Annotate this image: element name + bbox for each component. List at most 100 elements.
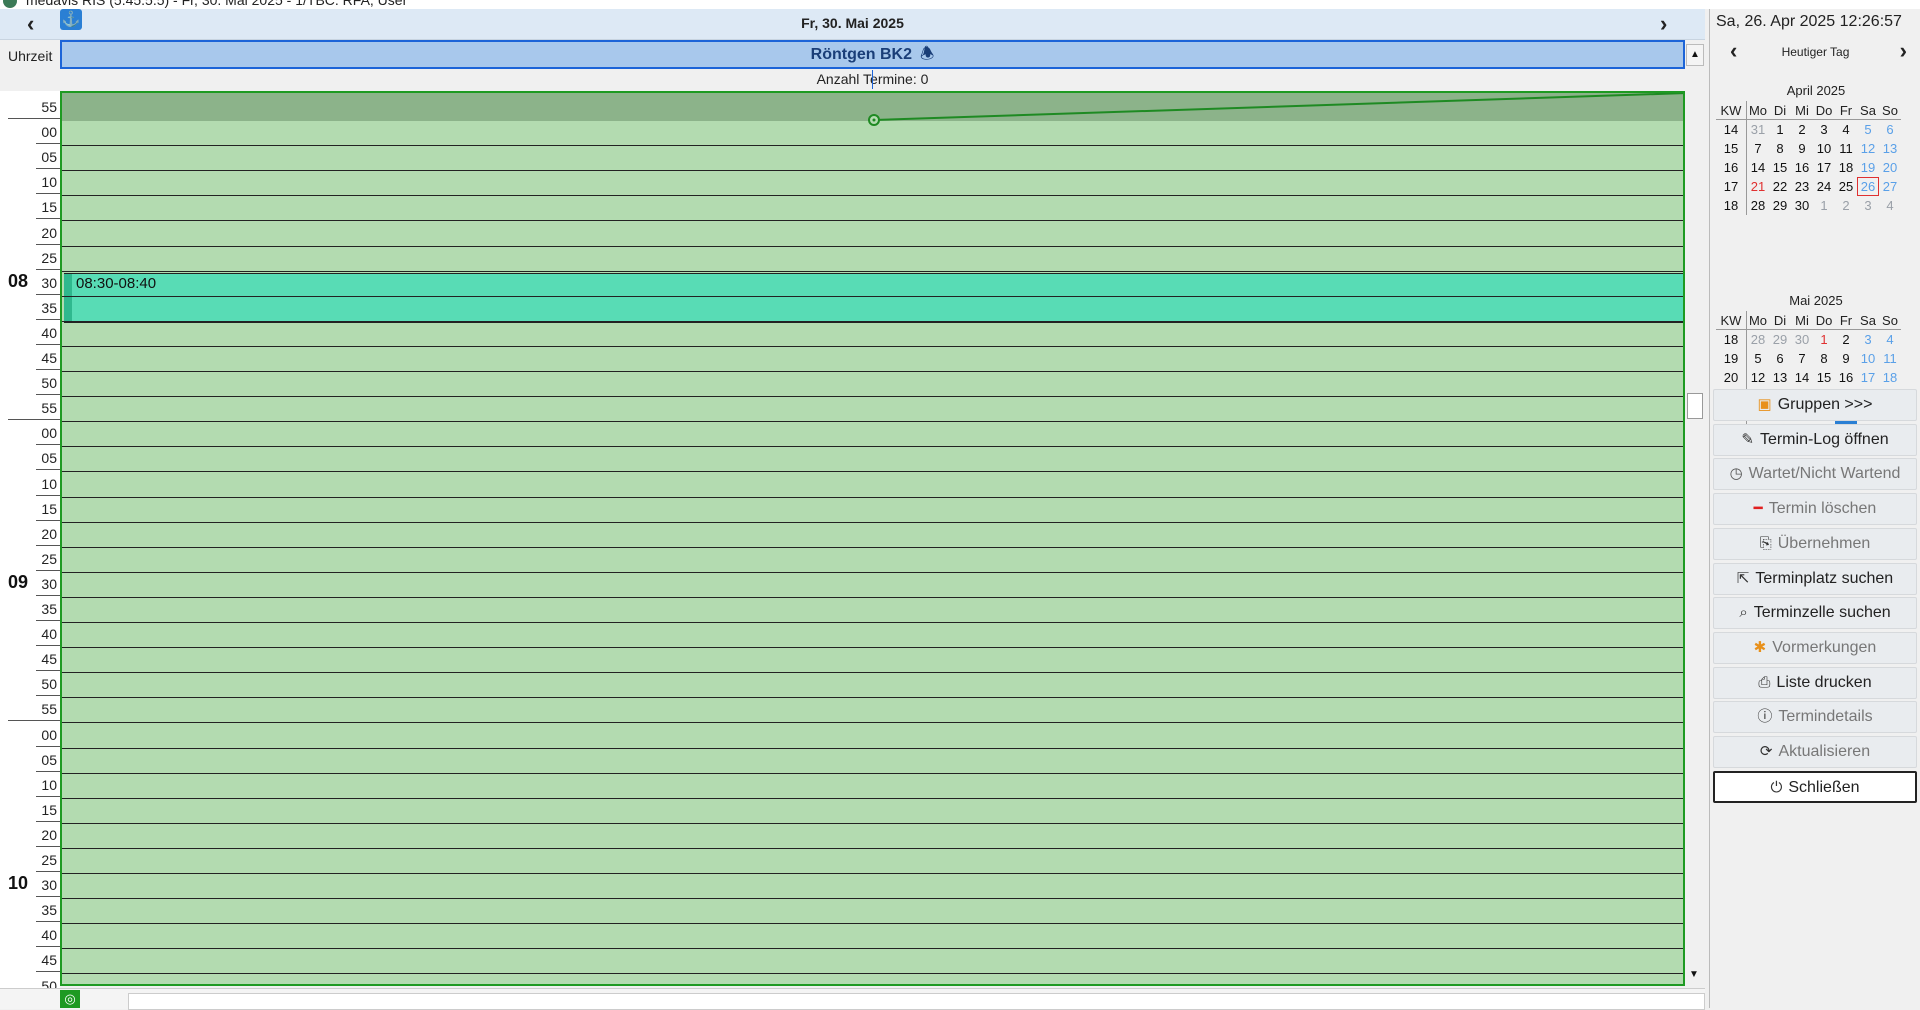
calendar-day[interactable]: 28 xyxy=(1747,330,1770,350)
search-cell-button[interactable]: ⌕ Terminzelle suchen xyxy=(1713,597,1917,630)
bell-icon[interactable]: 🕭 xyxy=(920,42,934,67)
time-tick xyxy=(36,569,60,571)
slot-line xyxy=(62,898,1683,900)
apply-button[interactable]: ⎘ Übernehmen xyxy=(1713,527,1917,560)
minute-label: 55 xyxy=(41,701,57,718)
calendar-day[interactable]: 31 xyxy=(1747,120,1770,140)
calendar-day[interactable]: 10 xyxy=(1857,349,1879,368)
calendar-day[interactable]: 30 xyxy=(1791,196,1813,215)
calendar-day[interactable]: 2 xyxy=(1835,330,1857,350)
printer-button[interactable]: ⎙ Liste drucken xyxy=(1713,666,1917,699)
calendar-day[interactable]: 28 xyxy=(1747,196,1770,215)
calendar-day[interactable]: 13 xyxy=(1879,139,1901,158)
target-icon[interactable]: ◎ xyxy=(60,990,80,1008)
calendar-day[interactable]: 30 xyxy=(1791,330,1813,350)
calendar-day[interactable]: 16 xyxy=(1835,368,1857,387)
calendar-day[interactable]: 17 xyxy=(1813,158,1835,177)
calendar-day[interactable]: 7 xyxy=(1791,349,1813,368)
time-tick xyxy=(36,193,60,195)
refresh-button[interactable]: ⟳ Aktualisieren xyxy=(1713,736,1917,768)
clock-button[interactable]: ◷ Wartet/Nicht Wartend xyxy=(1713,458,1917,491)
vertical-scrollbar[interactable] xyxy=(1686,70,1702,986)
scroll-down-button[interactable]: ▼ xyxy=(1686,965,1702,985)
calendar-day[interactable]: 8 xyxy=(1769,139,1791,158)
calendar-day[interactable]: 25 xyxy=(1835,177,1857,196)
calendar-day[interactable]: 12 xyxy=(1747,368,1770,387)
slot-line xyxy=(62,622,1683,623)
calendar-day[interactable]: 1 xyxy=(1813,330,1835,350)
minus-button[interactable]: ━ Termin löschen xyxy=(1713,493,1917,526)
calendar-day[interactable]: 24 xyxy=(1813,177,1835,196)
calendar-day[interactable]: 16 xyxy=(1791,158,1813,177)
slot-line xyxy=(62,822,1683,824)
slot-line xyxy=(62,697,1683,699)
next-month-chevron-icon[interactable]: › xyxy=(1900,40,1907,62)
calendar-day[interactable]: 4 xyxy=(1879,330,1901,350)
calendar-day[interactable]: 12 xyxy=(1857,139,1879,158)
calendar-day[interactable]: 1 xyxy=(1769,120,1791,140)
calendar-day[interactable]: 14 xyxy=(1791,368,1813,387)
slot-line xyxy=(62,797,1683,799)
schedule-grid[interactable]: 08:30-08:40 xyxy=(60,91,1685,986)
time-tick xyxy=(36,469,60,471)
scroll-up-button[interactable]: ▲ xyxy=(1686,44,1704,66)
week-number: 19 xyxy=(1716,349,1747,368)
calendar-day[interactable]: 4 xyxy=(1879,196,1901,215)
slot-line xyxy=(62,647,1683,649)
info-button[interactable]: ⓘ Termindetails xyxy=(1713,701,1917,734)
button-label: Übernehmen xyxy=(1777,534,1871,552)
calendar-day[interactable]: 3 xyxy=(1857,196,1879,215)
groups-button[interactable]: ▣ Gruppen >>> xyxy=(1713,389,1917,421)
calendar-day[interactable]: 1 xyxy=(1813,196,1835,215)
calendar-day[interactable]: 19 xyxy=(1857,158,1879,177)
calendar-day[interactable]: 11 xyxy=(1835,139,1857,158)
calendar-day[interactable]: 15 xyxy=(1769,158,1791,177)
weekday-header: Do xyxy=(1813,311,1835,330)
edit-log-button[interactable]: ✎ Termin-Log öffnen xyxy=(1713,423,1917,456)
calendar-day[interactable]: 9 xyxy=(1835,349,1857,368)
time-tick xyxy=(36,268,60,270)
time-tick xyxy=(36,871,60,872)
external-link-button[interactable]: ⇱ Terminplatz suchen xyxy=(1713,562,1917,595)
calendar-day[interactable]: 4 xyxy=(1835,120,1857,140)
calendar-day[interactable]: 3 xyxy=(1857,330,1879,350)
calendar-day[interactable]: 9 xyxy=(1791,139,1813,158)
calendar-day[interactable]: 10 xyxy=(1813,139,1835,158)
calendar-day[interactable]: 5 xyxy=(1857,120,1879,140)
calendar-day[interactable]: 2 xyxy=(1835,196,1857,215)
today-button[interactable]: Heutiger Tag xyxy=(1710,45,1920,59)
calendar-day[interactable]: 23 xyxy=(1791,177,1813,196)
calendar-day[interactable]: 5 xyxy=(1747,349,1770,368)
calendar-day[interactable]: 6 xyxy=(1769,349,1791,368)
calendar-day[interactable]: 29 xyxy=(1769,330,1791,350)
calendar-day[interactable]: 13 xyxy=(1769,368,1791,387)
calendar-day[interactable]: 3 xyxy=(1813,120,1835,140)
calendar-day[interactable]: 2 xyxy=(1791,120,1813,140)
calendar-day[interactable]: 8 xyxy=(1813,349,1835,368)
power-button[interactable]: ⏻ Schließen xyxy=(1713,770,1917,803)
scrollbar-thumb[interactable] xyxy=(1687,393,1703,419)
calendar-day[interactable]: 15 xyxy=(1813,368,1835,387)
calendar-day[interactable]: 29 xyxy=(1769,196,1791,215)
bookmark-calendar-button[interactable]: ✱ Vormerkungen xyxy=(1713,631,1917,664)
calendar-day[interactable]: 26 xyxy=(1857,177,1879,196)
time-tick xyxy=(8,720,60,722)
appointment-block[interactable]: 08:30-08:40 xyxy=(64,273,1683,323)
calendar-day[interactable]: 6 xyxy=(1879,120,1901,140)
calendar-day[interactable]: 7 xyxy=(1747,139,1770,158)
calendar-day[interactable]: 14 xyxy=(1747,158,1770,177)
calendar-day[interactable]: 20 xyxy=(1879,158,1901,177)
calendar-day[interactable]: 22 xyxy=(1769,177,1791,196)
calendar-day[interactable]: 27 xyxy=(1879,177,1901,196)
resource-header[interactable]: Röntgen BK2 🕭 xyxy=(60,40,1685,69)
minute-label: 20 xyxy=(41,826,57,843)
calendar-day[interactable]: 17 xyxy=(1857,368,1879,387)
calendar-day[interactable]: 18 xyxy=(1879,368,1901,387)
minute-label: 00 xyxy=(41,124,57,141)
slot-line xyxy=(62,747,1683,749)
calendar-day[interactable]: 21 xyxy=(1747,177,1770,196)
calendar-day[interactable]: 11 xyxy=(1879,349,1901,368)
time-tick xyxy=(36,770,60,772)
next-day-chevron-icon[interactable]: › xyxy=(1660,13,1667,35)
calendar-day[interactable]: 18 xyxy=(1835,158,1857,177)
